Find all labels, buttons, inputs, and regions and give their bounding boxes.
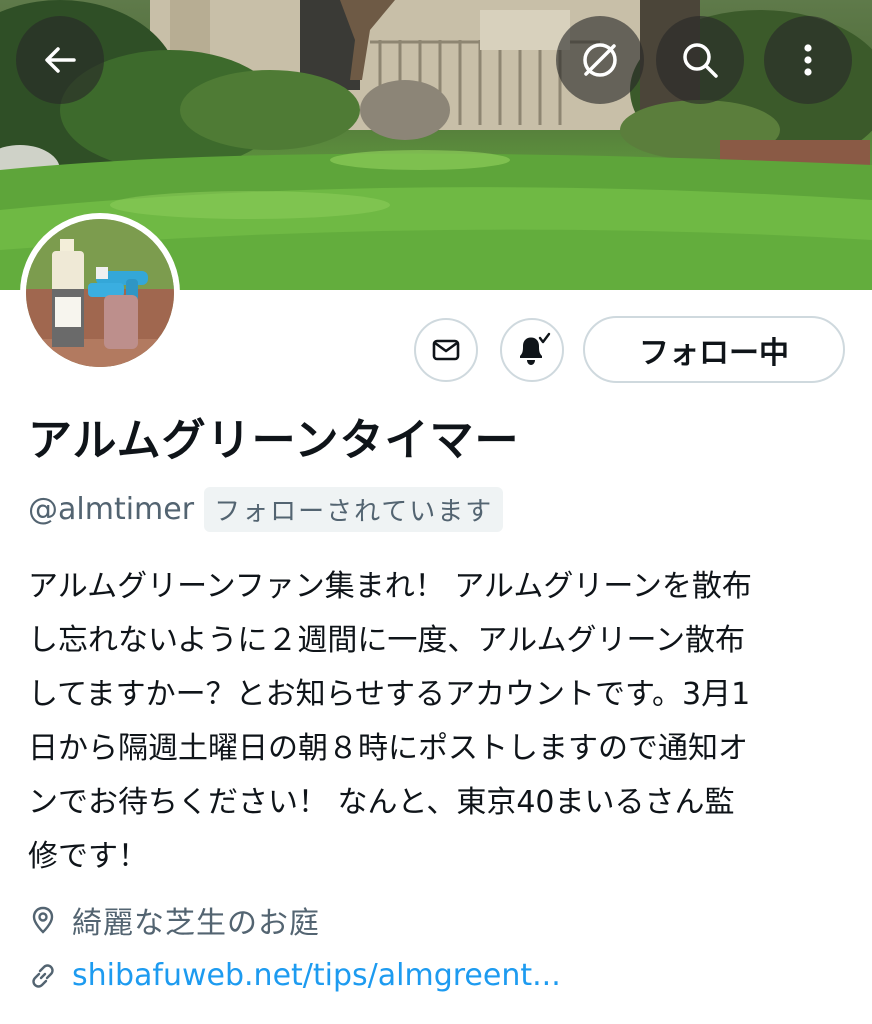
- profile-bio: アルムグリーンファン集まれ！ アルムグリーンを散布 し忘れないように２週間に一度…: [28, 569, 752, 874]
- location-pin-icon: [28, 905, 58, 935]
- username-handle: @almtimer: [28, 492, 195, 527]
- more-vertical-icon: [804, 44, 812, 76]
- display-name: アルムグリーンタイマー: [28, 415, 520, 466]
- arrow-left-icon: [45, 47, 76, 73]
- more-button[interactable]: [764, 16, 852, 104]
- profile-page: フォロー中 アルムグリーンタイマー @almtimer フォローされています ア…: [0, 0, 872, 1024]
- follows-you-badge: フォローされています: [204, 487, 504, 532]
- search-icon: [683, 43, 718, 78]
- avatar-image: [26, 219, 174, 367]
- location-row: 綺麗な芝生のお庭: [28, 898, 320, 942]
- website-link[interactable]: shibafuweb.net/tips/almgreent...: [72, 958, 561, 993]
- handle-row: @almtimer フォローされています: [28, 487, 504, 532]
- location-text: 綺麗な芝生のお庭: [72, 906, 320, 941]
- envelope-icon: [432, 339, 460, 361]
- message-button[interactable]: [414, 318, 478, 382]
- search-button[interactable]: [656, 16, 744, 104]
- following-button[interactable]: フォロー中: [583, 316, 845, 383]
- avatar[interactable]: [20, 213, 180, 373]
- notifications-button[interactable]: [500, 318, 564, 382]
- link-icon: [28, 961, 58, 991]
- eye-slash-icon: [583, 43, 617, 77]
- hide-replies-button[interactable]: [556, 16, 644, 104]
- back-button[interactable]: [16, 16, 104, 104]
- website-row: shibafuweb.net/tips/almgreent...: [28, 958, 561, 993]
- bell-check-icon: [520, 332, 551, 365]
